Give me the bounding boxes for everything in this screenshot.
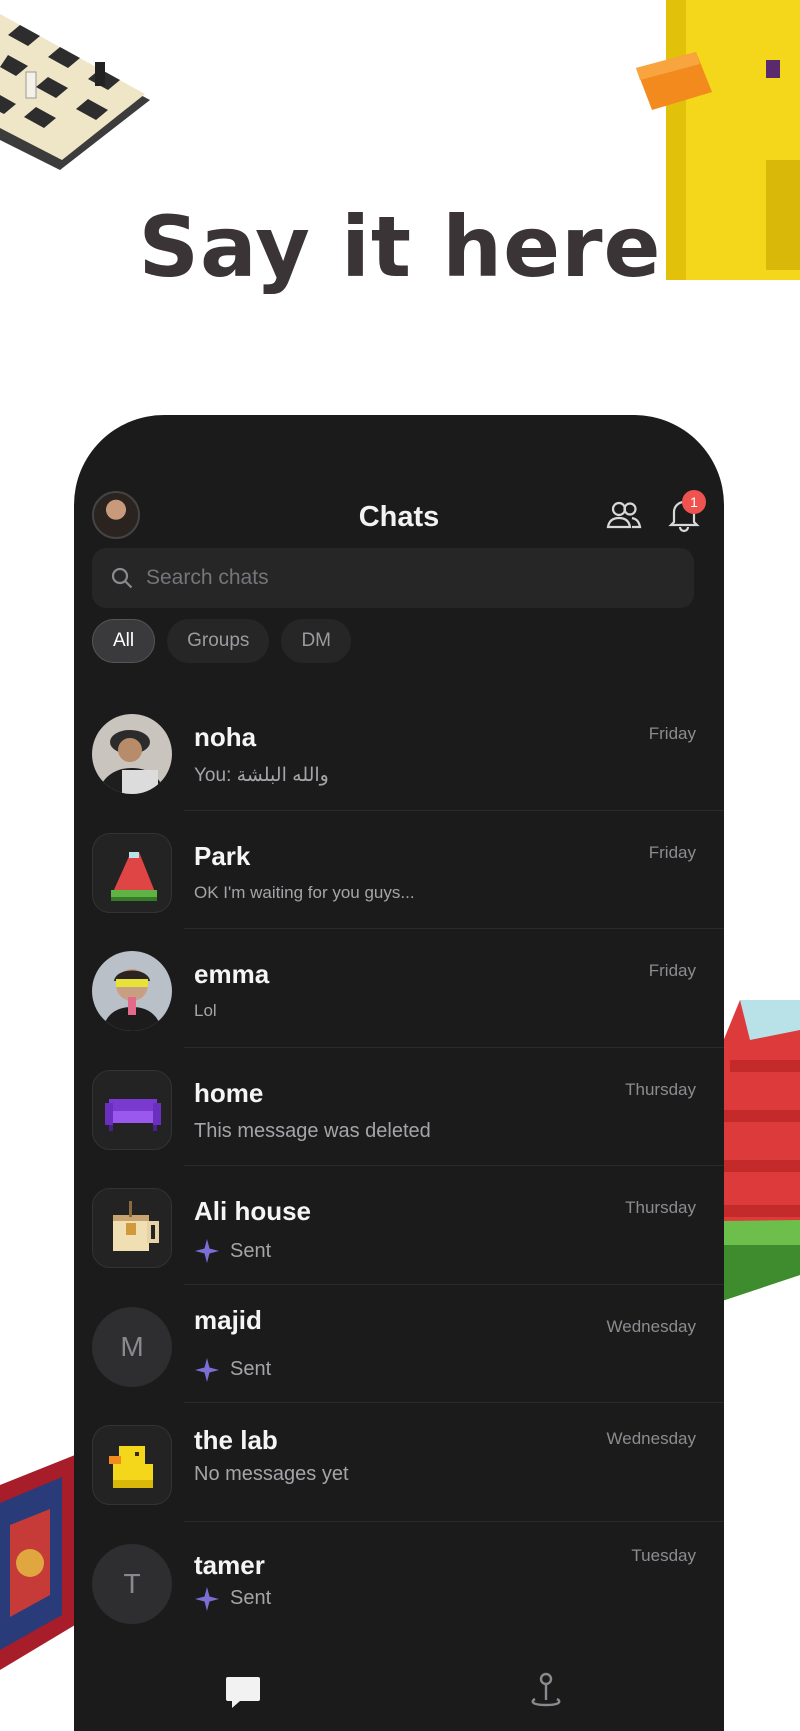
chat-name: emma — [194, 959, 270, 989]
avatar — [92, 714, 172, 794]
search-icon — [111, 567, 133, 589]
rug-illustration — [0, 1455, 75, 1670]
filter-groups[interactable]: Groups — [167, 619, 270, 663]
chat-preview: Lol — [194, 1001, 217, 1020]
chat-time: Tuesday — [631, 1545, 696, 1565]
top-bar: Chats 1 — [74, 475, 724, 555]
chat-preview: No messages yet — [194, 1463, 349, 1485]
chat-row-ali-house[interactable]: Ali house Thursday Sent — [74, 1166, 724, 1285]
chat-time: Thursday — [625, 1079, 696, 1099]
chat-row-the-lab[interactable]: the lab Wednesday No messages yet — [74, 1403, 724, 1522]
chat-row-emma[interactable]: emma Friday Lol — [74, 929, 724, 1048]
duck-illustration — [636, 0, 800, 280]
notification-badge: 1 — [682, 490, 706, 514]
sparkle-icon — [195, 1239, 219, 1263]
chat-name: noha — [194, 722, 257, 752]
chat-preview: Sent — [194, 1238, 271, 1264]
chat-row-park[interactable]: Park Friday OK I'm waiting for you guys.… — [74, 811, 724, 929]
chat-row-majid[interactable]: M majid Wednesday Sent — [74, 1285, 724, 1403]
watermelon-icon — [92, 832, 172, 913]
chat-preview: Sent — [194, 1586, 271, 1612]
chat-preview: This message was deleted — [194, 1119, 431, 1142]
chat-name: Ali house — [194, 1196, 312, 1226]
duck-icon — [92, 1425, 172, 1505]
filter-dm[interactable]: DM — [281, 619, 351, 663]
chat-name: the lab — [194, 1425, 278, 1455]
chat-time: Wednesday — [606, 1429, 696, 1448]
contacts-icon[interactable] — [606, 497, 642, 533]
chat-preview: You: والله البلشة — [194, 765, 329, 786]
search-bar — [92, 548, 694, 608]
sparkle-icon — [195, 1357, 219, 1382]
chat-preview: OK I'm waiting for you guys... — [194, 882, 415, 902]
sofa-icon — [92, 1069, 172, 1150]
bottom-nav — [74, 1663, 724, 1731]
sparkle-icon — [195, 1586, 219, 1611]
chat-list: noha Friday You: والله البلشة Park Frida… — [74, 692, 724, 1640]
chessboard-illustration — [0, 14, 150, 170]
chat-time: Friday — [648, 724, 696, 743]
chat-row-noha[interactable]: noha Friday You: والله البلشة — [74, 692, 724, 811]
chat-row-tamer[interactable]: T tamer Tuesday Sent — [74, 1522, 724, 1641]
chat-time: Friday — [648, 842, 696, 862]
avatar — [92, 951, 172, 1031]
avatar-initial: T — [92, 1543, 172, 1624]
chat-preview: Sent — [194, 1357, 271, 1383]
tea-cup-icon — [92, 1188, 172, 1268]
chat-row-home[interactable]: home Thursday This message was deleted — [74, 1048, 724, 1166]
search-input[interactable] — [146, 548, 676, 608]
chat-time: Thursday — [625, 1198, 696, 1217]
filter-chips: All Groups DM — [92, 619, 351, 663]
avatar-initial: M — [92, 1306, 172, 1387]
profile-avatar[interactable] — [92, 491, 140, 539]
map-pin-icon[interactable] — [529, 1671, 563, 1711]
phone-screen: Chats 1 All Groups DM — [74, 415, 724, 1731]
chat-name: tamer — [194, 1549, 265, 1580]
chat-time: Friday — [648, 961, 696, 980]
chat-time: Wednesday — [606, 1316, 696, 1336]
filter-all[interactable]: All — [92, 619, 156, 663]
chat-bubble-icon[interactable] — [224, 1673, 262, 1711]
chat-name: home — [194, 1077, 264, 1108]
chat-name: Park — [194, 840, 251, 871]
chat-name: majid — [194, 1304, 262, 1335]
